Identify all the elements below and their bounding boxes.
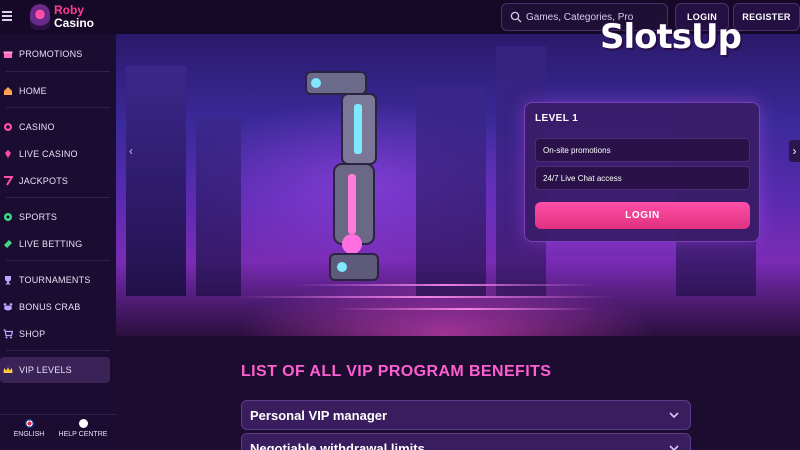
page: Roby Casino LOGIN REGISTER SlotsUp PROMO… bbox=[0, 0, 800, 450]
sidebar-item-label: LIVE BETTING bbox=[19, 239, 83, 249]
sidebar-item-label: LIVE CASINO bbox=[19, 149, 78, 159]
logo-line2: Casino bbox=[54, 16, 95, 30]
sidebar-item-label: BONUS CRAB bbox=[19, 302, 81, 312]
sidebar-item-label: JACKPOTS bbox=[19, 176, 69, 186]
benefit-accordion-item[interactable]: Personal VIP manager bbox=[241, 400, 691, 430]
sidebar-item-casino[interactable]: CASINO bbox=[0, 114, 110, 140]
watermark-text: SlotsUp bbox=[600, 17, 742, 57]
sidebar-item-label: TOURNAMENTS bbox=[19, 275, 91, 285]
building-shape bbox=[196, 116, 241, 296]
language-label: ENGLISH bbox=[13, 431, 45, 438]
sidebar-item-label: CASINO bbox=[19, 122, 55, 132]
sidebar-item-bonus-crab[interactable]: BONUS CRAB bbox=[0, 294, 110, 320]
chevron-down-icon bbox=[669, 445, 679, 450]
home-icon bbox=[4, 87, 12, 95]
perk-item: 24/7 Live Chat access bbox=[535, 166, 750, 190]
uk-flag-icon bbox=[24, 419, 34, 428]
level-title: LEVEL 1 bbox=[535, 113, 579, 124]
sidebar-footer: ENGLISH HELP CENTRE bbox=[0, 414, 116, 450]
sidebar-item-live-casino[interactable]: LIVE CASINO bbox=[0, 141, 110, 167]
live-casino-icon bbox=[5, 150, 11, 158]
light-streak bbox=[336, 308, 596, 310]
building-shape bbox=[126, 66, 186, 296]
sidebar-item-label: PROMOTIONS bbox=[19, 49, 83, 59]
carousel-next-button[interactable]: › bbox=[789, 140, 800, 162]
sidebar-item-tournaments[interactable]: TOURNAMENTS bbox=[0, 267, 110, 293]
sidebar-item-vip-levels[interactable]: VIP LEVELS bbox=[0, 357, 110, 383]
sidebar-item-shop[interactable]: SHOP bbox=[0, 321, 110, 347]
building-shape bbox=[416, 86, 486, 296]
watermark-logo: SlotsUp bbox=[600, 15, 790, 65]
sidebar-item-home[interactable]: HOME bbox=[0, 78, 110, 104]
perk-item: On-site promotions bbox=[535, 138, 750, 162]
sidebar-item-live-betting[interactable]: LIVE BETTING bbox=[0, 231, 110, 257]
chevron-down-icon bbox=[669, 412, 679, 419]
sidebar-item-label: SHOP bbox=[19, 329, 46, 339]
benefit-label: Negotiable withdrawal limits bbox=[250, 440, 425, 450]
logo-mark-icon bbox=[30, 4, 50, 30]
divider bbox=[6, 107, 110, 108]
logo[interactable]: Roby Casino bbox=[30, 2, 100, 32]
divider bbox=[6, 71, 110, 72]
gift-icon bbox=[3, 51, 13, 58]
section-title: LIST OF ALL VIP PROGRAM BENEFITS bbox=[241, 363, 552, 380]
cart-icon bbox=[3, 329, 13, 339]
help-centre-link[interactable]: HELP CENTRE bbox=[54, 419, 112, 438]
help-icon bbox=[78, 419, 88, 428]
divider bbox=[6, 197, 110, 198]
ball-icon bbox=[4, 213, 12, 221]
sidebar: PROMOTIONS HOME CASINO LIVE CASINO JACKP… bbox=[0, 34, 116, 450]
crab-icon bbox=[3, 303, 13, 311]
trophy-icon bbox=[5, 276, 11, 285]
sidebar-item-sports[interactable]: SPORTS bbox=[0, 204, 110, 230]
language-selector[interactable]: ENGLISH bbox=[0, 419, 58, 438]
carousel-prev-button[interactable]: ‹ bbox=[124, 140, 138, 162]
ticket-icon bbox=[4, 240, 12, 248]
card-login-button[interactable]: LOGIN bbox=[535, 202, 750, 229]
help-label: HELP CENTRE bbox=[58, 431, 108, 438]
sidebar-item-promotions[interactable]: PROMOTIONS bbox=[0, 41, 110, 67]
level-card: LEVEL 1 On-site promotions 24/7 Live Cha… bbox=[524, 102, 760, 242]
search-icon bbox=[510, 11, 522, 23]
benefit-label: Personal VIP manager bbox=[250, 407, 388, 423]
seven-icon bbox=[4, 176, 13, 186]
robot-arm-illustration bbox=[305, 71, 379, 281]
divider bbox=[6, 260, 110, 261]
casino-chip-icon bbox=[4, 123, 12, 131]
sidebar-item-jackpots[interactable]: JACKPOTS bbox=[0, 168, 110, 194]
sidebar-item-label: SPORTS bbox=[19, 212, 58, 222]
sidebar-item-label: HOME bbox=[19, 86, 47, 96]
benefit-accordion-item[interactable]: Negotiable withdrawal limits bbox=[241, 433, 691, 450]
divider bbox=[6, 350, 110, 351]
crown-icon bbox=[3, 367, 13, 373]
sidebar-item-label: VIP LEVELS bbox=[19, 365, 72, 375]
menu-icon[interactable] bbox=[0, 9, 14, 23]
